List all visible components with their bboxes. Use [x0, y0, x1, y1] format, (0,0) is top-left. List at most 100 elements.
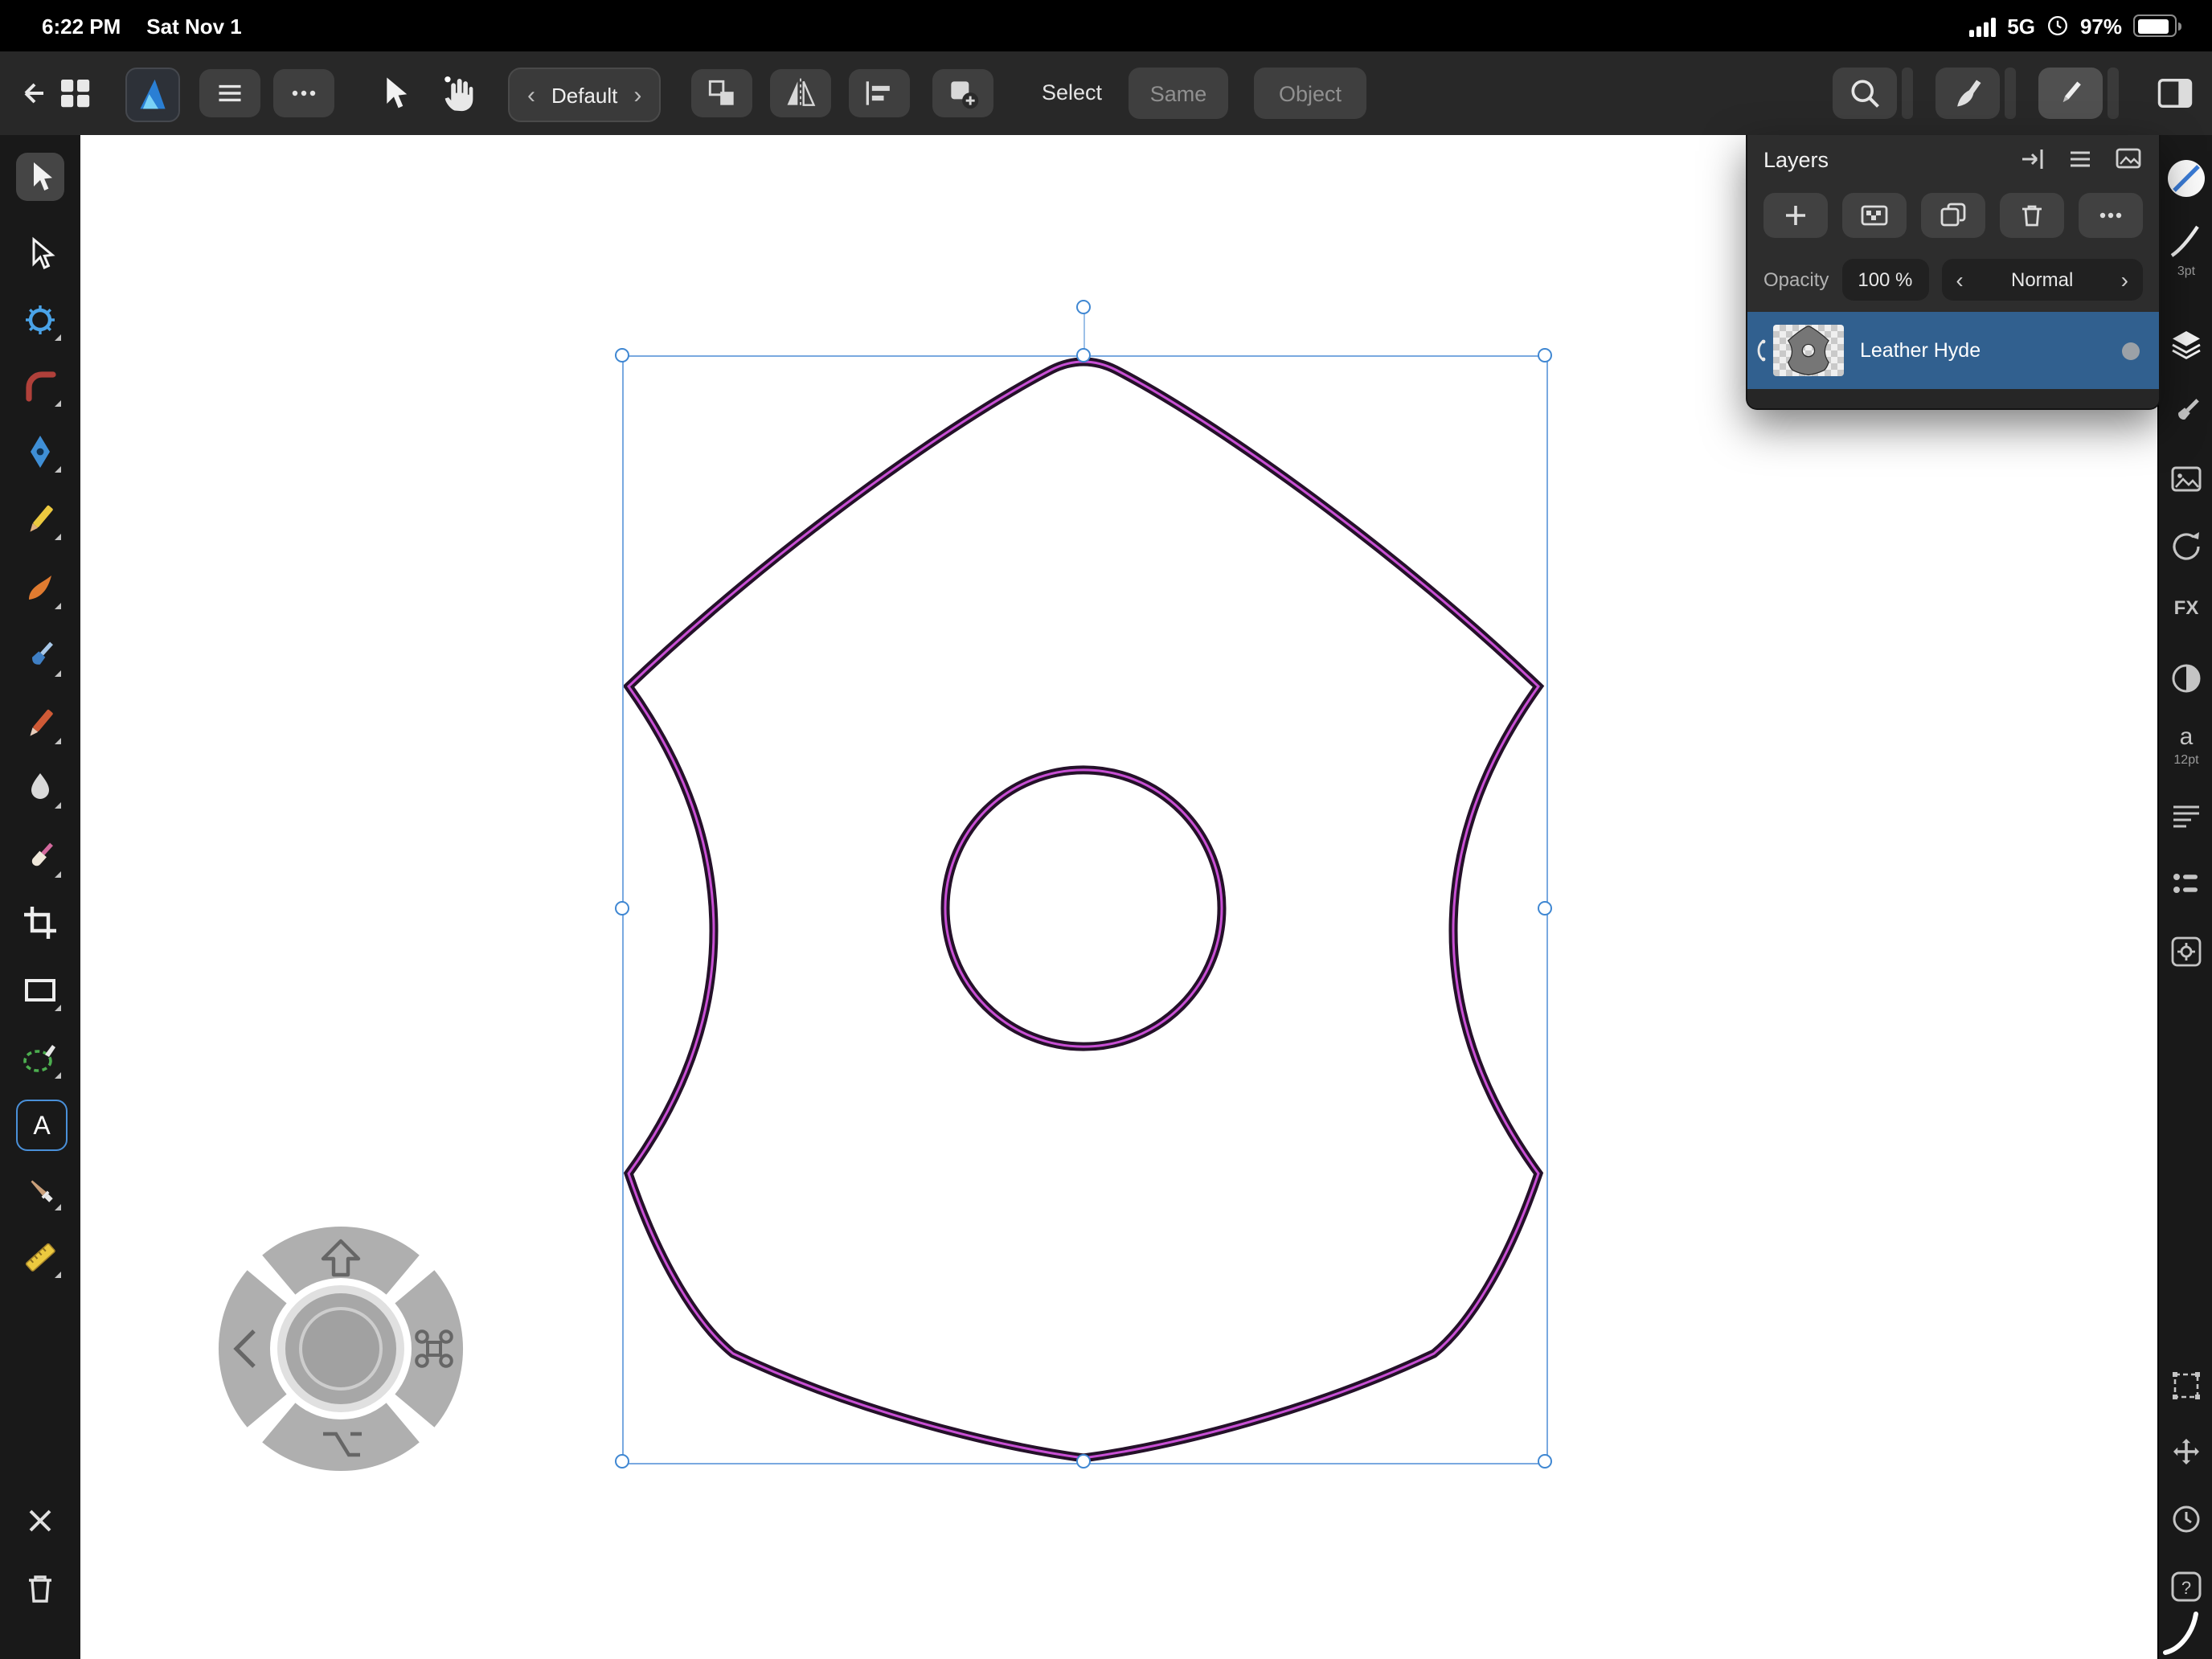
crop-tool[interactable]: [16, 899, 64, 947]
vector-brush-tool[interactable]: [16, 564, 64, 612]
pen-tool[interactable]: [16, 428, 64, 476]
media-studio-button[interactable]: [2159, 461, 2212, 497]
insert-target-button[interactable]: [932, 69, 993, 117]
gear-icon: [2171, 936, 2202, 967]
pencil-settings-button[interactable]: [2038, 68, 2103, 119]
clock-icon: [2047, 16, 2067, 35]
zoom-button[interactable]: [1833, 68, 1897, 119]
handle-mid-right[interactable]: [1538, 901, 1552, 916]
color-studio-button[interactable]: [2159, 661, 2212, 696]
rectangle-tool[interactable]: [16, 966, 64, 1014]
measure-tool[interactable]: [16, 1233, 64, 1281]
handle-bottom-left[interactable]: [615, 1454, 629, 1469]
layer-visibility-toggle[interactable]: [2122, 342, 2140, 359]
move-tool[interactable]: [16, 153, 64, 201]
touch-pen-options-button[interactable]: [2005, 68, 2016, 119]
layer-type-icon: [1747, 339, 1773, 362]
app-menu-button[interactable]: [125, 68, 180, 122]
handle-bottom-center[interactable]: [1076, 1454, 1091, 1469]
transform-panel-button[interactable]: [2159, 1368, 2212, 1403]
paint-brush-tool[interactable]: [16, 632, 64, 680]
rotation-handle[interactable]: [1076, 300, 1091, 314]
flip-horizontal-button[interactable]: [770, 69, 831, 117]
stroke-width-button[interactable]: 3pt: [2159, 222, 2212, 278]
navigator-button[interactable]: [2159, 1436, 2212, 1471]
paragraph-studio-button[interactable]: [2159, 799, 2212, 834]
gallery-button[interactable]: [23, 77, 96, 109]
close-button[interactable]: [16, 1497, 64, 1545]
align-left-icon: [866, 81, 890, 105]
preset-selector[interactable]: ‹ Default ›: [508, 68, 662, 122]
blend-mode-control[interactable]: ‹ Normal ›: [1941, 259, 2143, 301]
pointer-mode-button[interactable]: [373, 72, 415, 114]
add-layer-button[interactable]: [1763, 193, 1828, 238]
tool-flyout-indicator: [55, 1204, 61, 1210]
dpad-center[interactable]: [277, 1285, 404, 1412]
duplicate-layer-button[interactable]: [1921, 193, 1985, 238]
text-tool[interactable]: A: [16, 1100, 68, 1151]
plus-icon: [1786, 206, 1805, 225]
collapse-panel-button[interactable]: [2017, 145, 2046, 174]
corner-tool[interactable]: [16, 362, 64, 410]
transform-duplicate-button[interactable]: [691, 69, 752, 117]
erase-brush-tool[interactable]: [16, 833, 64, 881]
pixel-pencil-tool[interactable]: [16, 699, 64, 748]
text-studio-button[interactable]: a 12pt: [2159, 725, 2212, 767]
pencil-tool[interactable]: [16, 495, 64, 543]
mask-checker-icon: [1861, 205, 1888, 226]
pencil-options-button[interactable]: [2108, 68, 2119, 119]
hamburger-icon: [219, 84, 241, 102]
help-button[interactable]: ?: [2159, 1569, 2212, 1604]
zoom-options-button[interactable]: [1902, 68, 1913, 119]
more-options-button[interactable]: [273, 69, 334, 117]
vector-brush-icon: [29, 576, 51, 600]
contour-gear-icon: [26, 305, 55, 334]
select-object-button[interactable]: Object: [1254, 68, 1366, 119]
trash-icon: [2022, 205, 2042, 227]
fx-studio-button[interactable]: FX: [2159, 596, 2212, 619]
layers-studio-button[interactable]: [2159, 326, 2212, 362]
dpad-down-button[interactable]: [262, 1403, 420, 1472]
layer-row[interactable]: Leather Hyde: [1747, 312, 2159, 389]
layers-panel: Layers Opacity 100 % ‹ Normal › Leather …: [1746, 135, 2161, 410]
handle-bottom-right[interactable]: [1538, 1454, 1552, 1469]
tool-flyout-indicator: [55, 1072, 61, 1079]
dpad-up-button[interactable]: [262, 1226, 420, 1295]
opacity-value-field[interactable]: 100 %: [1841, 259, 1929, 301]
node-tool[interactable]: [16, 230, 64, 278]
handle-top-left[interactable]: [615, 348, 629, 363]
blend-prev-button[interactable]: ‹: [1956, 267, 1963, 293]
delete-button[interactable]: [16, 1564, 64, 1612]
menu-button[interactable]: [199, 69, 260, 117]
chevron-right-icon[interactable]: ›: [633, 81, 641, 109]
gesture-mode-button[interactable]: [437, 71, 482, 116]
contour-tool[interactable]: [16, 296, 64, 344]
studio-sidebar: 3pt FX a 12pt ?: [2157, 135, 2212, 1659]
appearance-studio-button[interactable]: [2159, 866, 2212, 902]
chevron-left-icon[interactable]: ‹: [527, 81, 535, 109]
flood-fill-tool[interactable]: [16, 764, 64, 812]
mask-layer-button[interactable]: [1842, 193, 1907, 238]
handle-mid-left[interactable]: [615, 901, 629, 916]
handle-top-center[interactable]: [1076, 348, 1091, 363]
settings-studio-button[interactable]: [2159, 934, 2212, 969]
history-studio-button[interactable]: [2159, 1501, 2212, 1537]
dpad-left-button[interactable]: [218, 1270, 287, 1428]
brushes-studio-button[interactable]: [2159, 394, 2212, 429]
thumbnails-button[interactable]: [2114, 145, 2143, 174]
delete-layer-button[interactable]: [2000, 193, 2064, 238]
studio-toggle-button[interactable]: [2154, 72, 2196, 114]
more-layer-options-button[interactable]: [2079, 193, 2143, 238]
rotate-studio-button[interactable]: [2159, 529, 2212, 564]
selection-brush-tool[interactable]: [16, 1034, 64, 1082]
align-button[interactable]: [849, 69, 910, 117]
nav-dpad[interactable]: [212, 1220, 469, 1477]
color-picker-tool[interactable]: [16, 1165, 64, 1214]
blend-next-button[interactable]: ›: [2121, 267, 2128, 293]
touch-pen-button[interactable]: [1936, 68, 2000, 119]
stroke-color-well[interactable]: [2159, 158, 2212, 199]
handle-top-right[interactable]: [1538, 348, 1552, 363]
select-same-button[interactable]: Same: [1129, 68, 1228, 119]
layer-thumbnail[interactable]: [1773, 325, 1844, 376]
list-view-button[interactable]: [2066, 145, 2095, 174]
